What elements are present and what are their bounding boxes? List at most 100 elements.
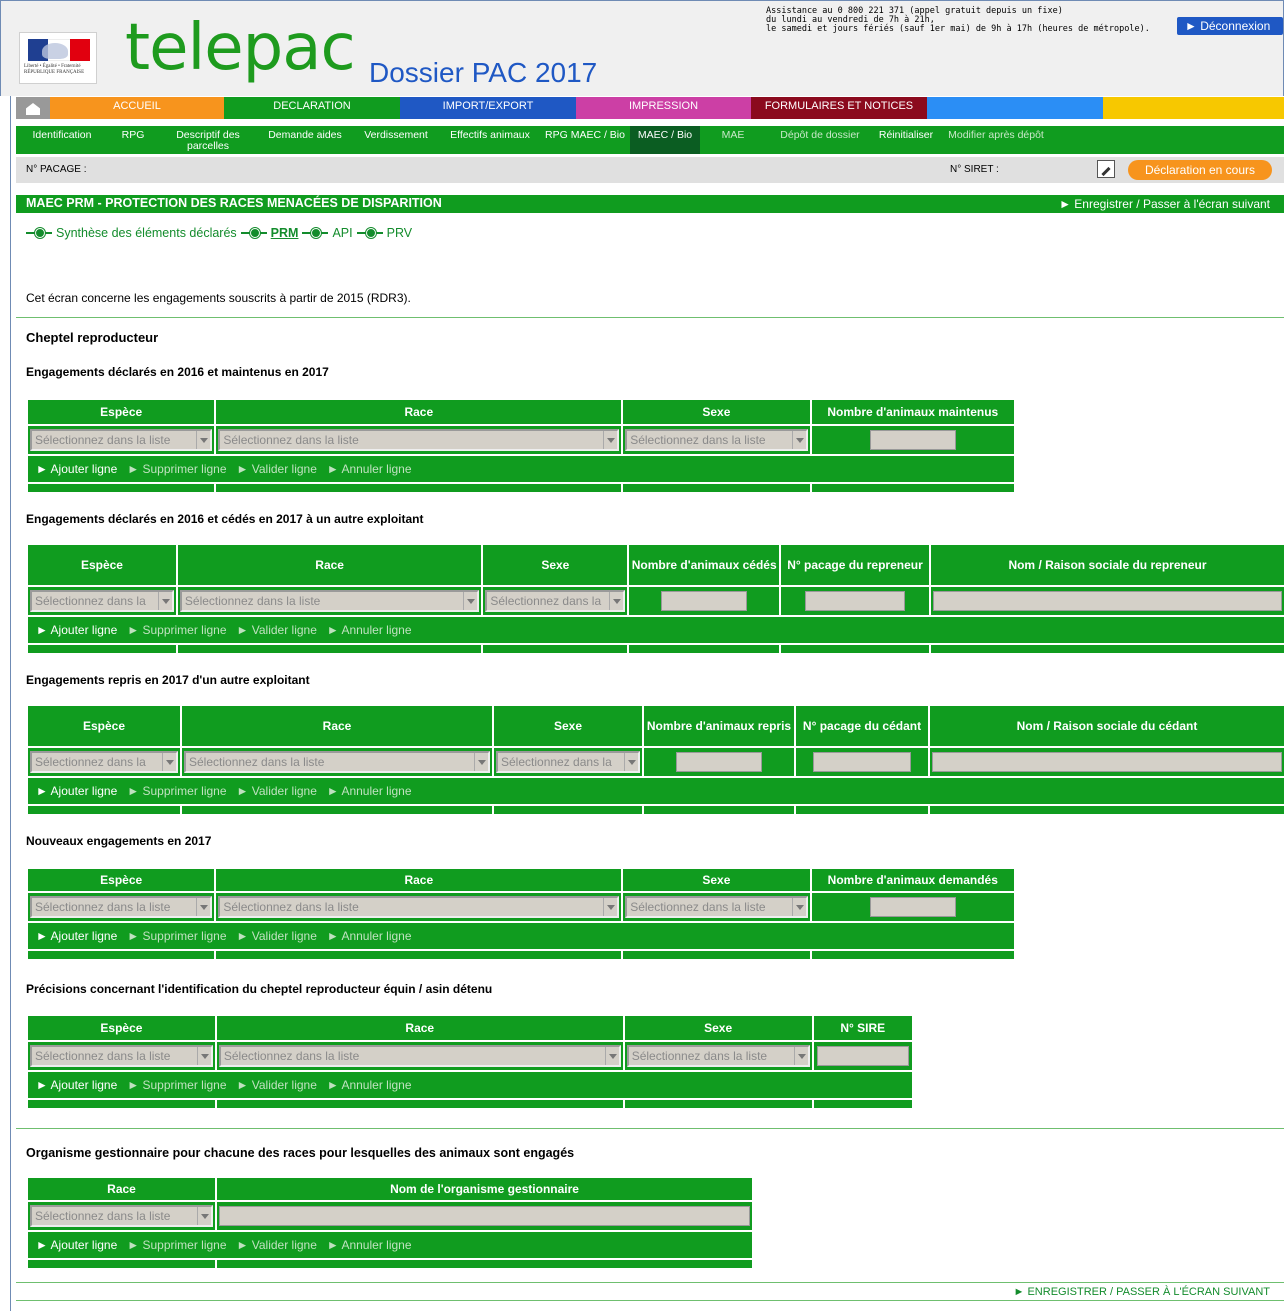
section-title: MAEC PRM - PROTECTION DES RACES MENACÉES… — [26, 196, 442, 210]
espece-select[interactable]: Sélectionnez dans la — [30, 751, 178, 773]
sexe-select[interactable]: Sélectionnez dans la liste — [626, 1045, 810, 1067]
chevron-down-icon[interactable] — [196, 1047, 211, 1065]
subnav-identification[interactable]: Identification — [16, 126, 108, 154]
chevron-down-icon[interactable] — [474, 753, 488, 771]
chevron-down-icon[interactable] — [197, 1207, 212, 1225]
race-select[interactable]: Sélectionnez dans la liste — [184, 751, 490, 773]
nav-impression[interactable]: IMPRESSION — [576, 97, 751, 119]
sexe-select[interactable]: Sélectionnez dans la — [496, 751, 640, 773]
sire-input[interactable] — [816, 1046, 909, 1066]
add-line-button[interactable]: ► Ajouter ligne — [36, 929, 117, 943]
espece-select[interactable]: Sélectionnez dans la liste — [30, 1045, 213, 1067]
subnav-descriptif-parcelles[interactable]: Descriptif des parcelles — [158, 126, 258, 154]
cancel-line-button[interactable]: ► Annuler ligne — [327, 462, 412, 476]
nav-blank-blue[interactable] — [927, 97, 1103, 119]
subnav-depot-dossier[interactable]: Dépôt de dossier — [766, 126, 874, 154]
edit-icon[interactable] — [1097, 160, 1115, 178]
breadcrumb-api[interactable]: API — [332, 226, 352, 240]
espece-select[interactable]: Sélectionnez dans la liste — [30, 429, 213, 451]
race-select[interactable]: Sélectionnez dans la liste — [179, 590, 480, 612]
breadcrumb-synthese[interactable]: Synthèse des éléments déclarés — [56, 226, 237, 240]
nav-accueil[interactable]: ACCUEIL — [50, 97, 224, 119]
nom-input[interactable] — [932, 752, 1282, 772]
pacage-input[interactable] — [805, 591, 906, 611]
cancel-line-button[interactable]: ► Annuler ligne — [327, 784, 412, 798]
table-organisme: Race Nom de l'organisme gestionnaire Sél… — [26, 1176, 754, 1270]
nombre-input[interactable] — [869, 897, 956, 917]
chevron-down-icon[interactable] — [624, 753, 638, 771]
validate-line-button[interactable]: ► Valider ligne — [237, 462, 317, 476]
nombre-input[interactable] — [676, 752, 762, 772]
chevron-down-icon[interactable] — [791, 431, 806, 449]
delete-line-button[interactable]: ► Supprimer ligne — [127, 1078, 226, 1092]
sexe-select[interactable]: Sélectionnez dans la liste — [625, 429, 808, 451]
nav-formulaires[interactable]: FORMULAIRES ET NOTICES — [751, 97, 927, 119]
col-espece: Espèce — [28, 869, 215, 891]
add-line-button[interactable]: ► Ajouter ligne — [36, 1238, 117, 1252]
add-line-button[interactable]: ► Ajouter ligne — [36, 623, 117, 637]
chevron-down-icon[interactable] — [463, 592, 478, 610]
breadcrumb-prv[interactable]: PRV — [387, 226, 412, 240]
table-sire: Espèce Race Sexe N° SIRE Sélectionnez da… — [26, 1014, 914, 1110]
nombre-input[interactable] — [661, 591, 748, 611]
chevron-down-icon[interactable] — [791, 898, 806, 916]
chevron-down-icon[interactable] — [609, 592, 624, 610]
chevron-down-icon[interactable] — [196, 898, 211, 916]
sexe-select[interactable]: Sélectionnez dans la — [485, 590, 626, 612]
subnav-demande-aides[interactable]: Demande aides — [258, 126, 352, 154]
chevron-down-icon[interactable] — [604, 1047, 619, 1065]
chevron-down-icon[interactable] — [793, 1047, 808, 1065]
validate-line-button[interactable]: ► Valider ligne — [237, 623, 317, 637]
col-sexe: Sexe — [623, 869, 810, 891]
subnav-modifier-apres-depot[interactable]: Modifier après dépôt — [938, 126, 1054, 154]
cancel-line-button[interactable]: ► Annuler ligne — [327, 1238, 412, 1252]
chevron-down-icon[interactable] — [603, 898, 618, 916]
save-next-button[interactable]: ► Enregistrer / Passer à l'écran suivant — [1059, 197, 1270, 211]
delete-line-button[interactable]: ► Supprimer ligne — [127, 462, 226, 476]
delete-line-button[interactable]: ► Supprimer ligne — [127, 623, 226, 637]
subnav-maec-bio[interactable]: MAEC / Bio — [630, 126, 700, 154]
chevron-down-icon[interactable] — [162, 753, 176, 771]
nav-declaration[interactable]: DECLARATION — [224, 97, 400, 119]
cancel-line-button[interactable]: ► Annuler ligne — [327, 623, 412, 637]
validate-line-button[interactable]: ► Valider ligne — [237, 784, 317, 798]
logout-button[interactable]: ► Déconnexion — [1177, 17, 1283, 35]
chevron-down-icon[interactable] — [157, 592, 172, 610]
espece-select[interactable]: Sélectionnez dans la — [30, 590, 174, 612]
chevron-down-icon[interactable] — [196, 431, 211, 449]
subnav-rpg[interactable]: RPG — [108, 126, 158, 154]
add-line-button[interactable]: ► Ajouter ligne — [36, 1078, 117, 1092]
subnav-mae[interactable]: MAE — [700, 126, 766, 154]
pacage-input[interactable] — [813, 752, 911, 772]
breadcrumb-prm[interactable]: PRM — [271, 226, 299, 240]
validate-line-button[interactable]: ► Valider ligne — [237, 1078, 317, 1092]
add-line-button[interactable]: ► Ajouter ligne — [36, 462, 117, 476]
table-repris: Espèce Race Sexe Nombre d'animaux repris… — [26, 704, 1284, 816]
cancel-line-button[interactable]: ► Annuler ligne — [327, 1078, 412, 1092]
home-icon[interactable] — [16, 97, 50, 119]
race-select[interactable]: Sélectionnez dans la liste — [218, 896, 620, 918]
race-select[interactable]: Sélectionnez dans la liste — [218, 429, 620, 451]
organisme-input[interactable] — [219, 1206, 750, 1226]
nav-import-export[interactable]: IMPORT/EXPORT — [400, 97, 576, 119]
nombre-input[interactable] — [869, 430, 956, 450]
save-next-bottom-button[interactable]: ► ENREGISTRER / PASSER À L'ÉCRAN SUIVANT — [1014, 1286, 1270, 1298]
delete-line-button[interactable]: ► Supprimer ligne — [127, 784, 226, 798]
nom-input[interactable] — [932, 591, 1282, 611]
cancel-line-button[interactable]: ► Annuler ligne — [327, 929, 412, 943]
delete-line-button[interactable]: ► Supprimer ligne — [127, 929, 226, 943]
race-select[interactable]: Sélectionnez dans la liste — [218, 1045, 621, 1067]
sexe-select[interactable]: Sélectionnez dans la liste — [625, 896, 808, 918]
validate-line-button[interactable]: ► Valider ligne — [237, 1238, 317, 1252]
subnav-reinitialiser[interactable]: Réinitialiser — [874, 126, 938, 154]
race-select[interactable]: Sélectionnez dans la liste — [30, 1205, 214, 1227]
delete-line-button[interactable]: ► Supprimer ligne — [127, 1238, 226, 1252]
nav-blank-yellow[interactable] — [1103, 97, 1284, 119]
subnav-rpg-maec-bio[interactable]: RPG MAEC / Bio — [540, 126, 630, 154]
add-line-button[interactable]: ► Ajouter ligne — [36, 784, 117, 798]
espece-select[interactable]: Sélectionnez dans la liste — [30, 896, 213, 918]
subnav-effectifs-animaux[interactable]: Effectifs animaux — [440, 126, 540, 154]
subnav-verdissement[interactable]: Verdissement — [352, 126, 440, 154]
chevron-down-icon[interactable] — [603, 431, 618, 449]
validate-line-button[interactable]: ► Valider ligne — [237, 929, 317, 943]
